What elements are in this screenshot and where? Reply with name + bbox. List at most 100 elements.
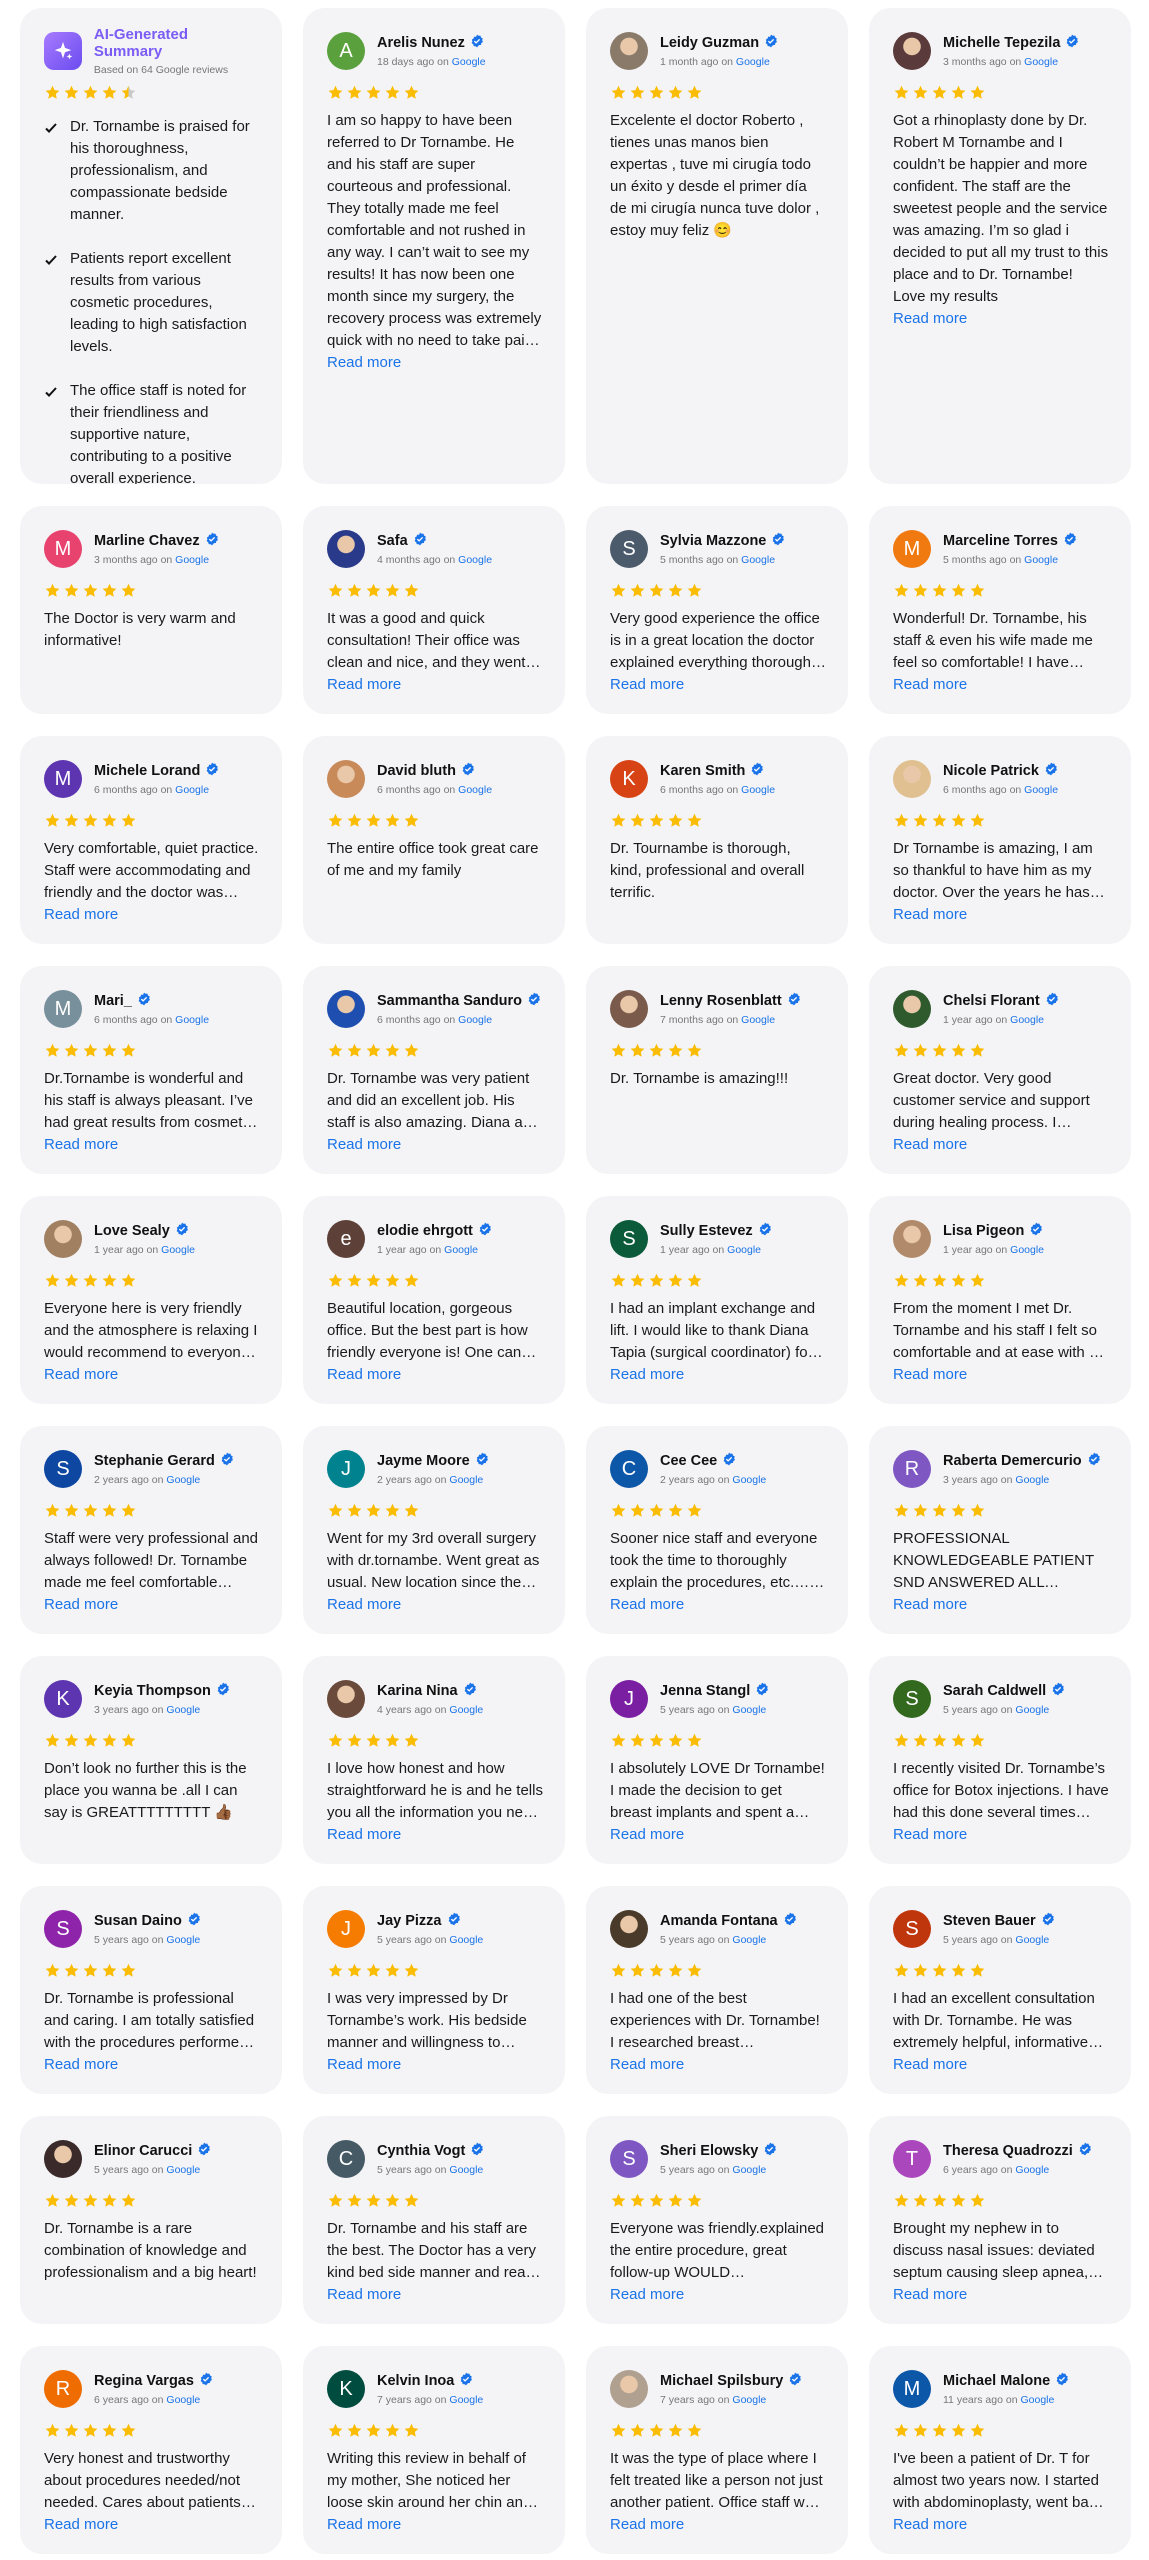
read-more-link[interactable]: Read more: [610, 1365, 826, 1385]
reviewer-name[interactable]: Michelle Tepezila: [943, 35, 1060, 51]
avatar[interactable]: A: [327, 32, 365, 70]
reviewer-name[interactable]: Jenna Stangl: [660, 1683, 750, 1699]
avatar[interactable]: [327, 760, 365, 798]
read-more-link[interactable]: Read more: [893, 675, 1109, 695]
google-link[interactable]: Google: [1024, 554, 1058, 566]
read-more-link[interactable]: Read more: [610, 1825, 826, 1845]
google-link[interactable]: Google: [741, 784, 775, 796]
google-link[interactable]: Google: [166, 1934, 200, 1946]
avatar[interactable]: [327, 530, 365, 568]
reviewer-name[interactable]: Sarah Caldwell: [943, 1683, 1046, 1699]
google-link[interactable]: Google: [166, 1704, 200, 1716]
reviewer-name[interactable]: Michele Lorand: [94, 763, 200, 779]
avatar[interactable]: [893, 990, 931, 1028]
avatar[interactable]: [893, 1220, 931, 1258]
read-more-link[interactable]: Read more: [893, 905, 1109, 925]
avatar[interactable]: S: [893, 1910, 931, 1948]
read-more-link[interactable]: Read more: [893, 2285, 1109, 2305]
avatar[interactable]: J: [610, 1680, 648, 1718]
reviewer-name[interactable]: Leidy Guzman: [660, 35, 759, 51]
google-link[interactable]: Google: [166, 2394, 200, 2406]
read-more-link[interactable]: Read more: [327, 2515, 543, 2535]
google-link[interactable]: Google: [732, 2164, 766, 2176]
avatar[interactable]: M: [893, 530, 931, 568]
read-more-link[interactable]: Read more: [44, 905, 260, 925]
avatar[interactable]: R: [44, 2370, 82, 2408]
reviewer-name[interactable]: Karen Smith: [660, 763, 745, 779]
avatar[interactable]: K: [327, 2370, 365, 2408]
avatar[interactable]: M: [44, 530, 82, 568]
reviewer-name[interactable]: Nicole Patrick: [943, 763, 1039, 779]
read-more-link[interactable]: Read more: [610, 2055, 826, 2075]
avatar[interactable]: [610, 2370, 648, 2408]
google-link[interactable]: Google: [732, 1704, 766, 1716]
read-more-link[interactable]: Read more: [610, 1595, 826, 1615]
reviewer-name[interactable]: Regina Vargas: [94, 2373, 194, 2389]
avatar[interactable]: J: [327, 1910, 365, 1948]
read-more-link[interactable]: Read more: [44, 2055, 260, 2075]
reviewer-name[interactable]: David bluth: [377, 763, 456, 779]
read-more-link[interactable]: Read more: [44, 1595, 260, 1615]
reviewer-name[interactable]: Love Sealy: [94, 1223, 170, 1239]
read-more-link[interactable]: Read more: [893, 1135, 1109, 1155]
avatar[interactable]: T: [893, 2140, 931, 2178]
avatar[interactable]: [893, 760, 931, 798]
google-link[interactable]: Google: [161, 1244, 195, 1256]
google-link[interactable]: Google: [452, 56, 486, 68]
reviewer-name[interactable]: Sheri Elowsky: [660, 2143, 758, 2159]
reviewer-name[interactable]: Kelvin Inoa: [377, 2373, 454, 2389]
read-more-link[interactable]: Read more: [44, 1135, 260, 1155]
read-more-link[interactable]: Read more: [610, 675, 826, 695]
reviewer-name[interactable]: Sammantha Sanduro: [377, 993, 522, 1009]
google-link[interactable]: Google: [449, 2164, 483, 2176]
reviewer-name[interactable]: Amanda Fontana: [660, 1913, 778, 1929]
read-more-link[interactable]: Read more: [327, 353, 543, 373]
reviewer-name[interactable]: Michael Malone: [943, 2373, 1050, 2389]
read-more-link[interactable]: Read more: [327, 1825, 543, 1845]
avatar[interactable]: M: [44, 990, 82, 1028]
reviewer-name[interactable]: Karina Nina: [377, 1683, 458, 1699]
read-more-link[interactable]: Read more: [327, 2285, 543, 2305]
read-more-link[interactable]: Read more: [327, 675, 543, 695]
reviewer-name[interactable]: Theresa Quadrozzi: [943, 2143, 1073, 2159]
google-link[interactable]: Google: [732, 1934, 766, 1946]
google-link[interactable]: Google: [1024, 56, 1058, 68]
read-more-link[interactable]: Read more: [610, 2285, 826, 2305]
google-link[interactable]: Google: [1010, 1014, 1044, 1026]
avatar[interactable]: M: [893, 2370, 931, 2408]
avatar[interactable]: J: [327, 1450, 365, 1488]
google-link[interactable]: Google: [1015, 2164, 1049, 2176]
avatar[interactable]: S: [610, 1220, 648, 1258]
reviewer-name[interactable]: Stephanie Gerard: [94, 1453, 215, 1469]
reviewer-name[interactable]: Sylvia Mazzone: [660, 533, 766, 549]
google-link[interactable]: Google: [458, 784, 492, 796]
reviewer-name[interactable]: Jayme Moore: [377, 1453, 470, 1469]
avatar[interactable]: K: [44, 1680, 82, 1718]
google-link[interactable]: Google: [458, 554, 492, 566]
google-link[interactable]: Google: [1010, 1244, 1044, 1256]
reviewer-name[interactable]: Cee Cee: [660, 1453, 717, 1469]
reviewer-name[interactable]: Lisa Pigeon: [943, 1223, 1024, 1239]
google-link[interactable]: Google: [1015, 1934, 1049, 1946]
google-link[interactable]: Google: [449, 1934, 483, 1946]
avatar[interactable]: C: [327, 2140, 365, 2178]
google-link[interactable]: Google: [741, 1014, 775, 1026]
avatar[interactable]: S: [44, 1450, 82, 1488]
read-more-link[interactable]: Read more: [893, 309, 1109, 329]
reviewer-name[interactable]: Cynthia Vogt: [377, 2143, 465, 2159]
reviewer-name[interactable]: Jay Pizza: [377, 1913, 442, 1929]
avatar[interactable]: C: [610, 1450, 648, 1488]
google-link[interactable]: Google: [175, 784, 209, 796]
google-link[interactable]: Google: [175, 1014, 209, 1026]
reviewer-name[interactable]: Lenny Rosenblatt: [660, 993, 782, 1009]
google-link[interactable]: Google: [1024, 784, 1058, 796]
avatar[interactable]: S: [44, 1910, 82, 1948]
read-more-link[interactable]: Read more: [44, 2515, 260, 2535]
reviewer-name[interactable]: Mari_: [94, 993, 132, 1009]
avatar[interactable]: S: [893, 1680, 931, 1718]
read-more-link[interactable]: Read more: [327, 1365, 543, 1385]
google-link[interactable]: Google: [166, 1474, 200, 1486]
google-link[interactable]: Google: [1015, 1474, 1049, 1486]
reviewer-name[interactable]: Steven Bauer: [943, 1913, 1036, 1929]
read-more-link[interactable]: Read more: [610, 2515, 826, 2535]
